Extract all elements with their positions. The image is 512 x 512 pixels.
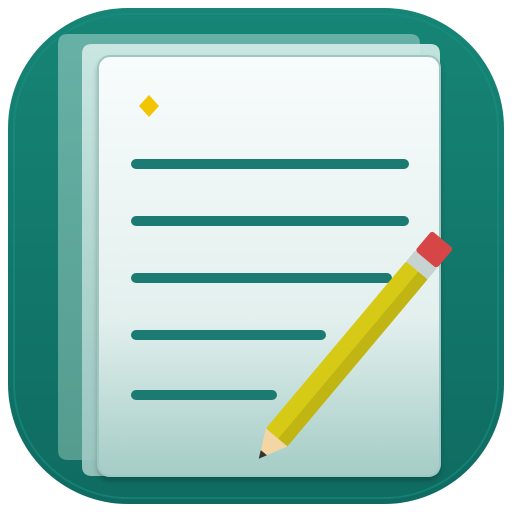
notes-pencil-icon: [8, 8, 504, 504]
app-icon[interactable]: [0, 0, 512, 512]
front-page-sheet: [97, 55, 441, 477]
